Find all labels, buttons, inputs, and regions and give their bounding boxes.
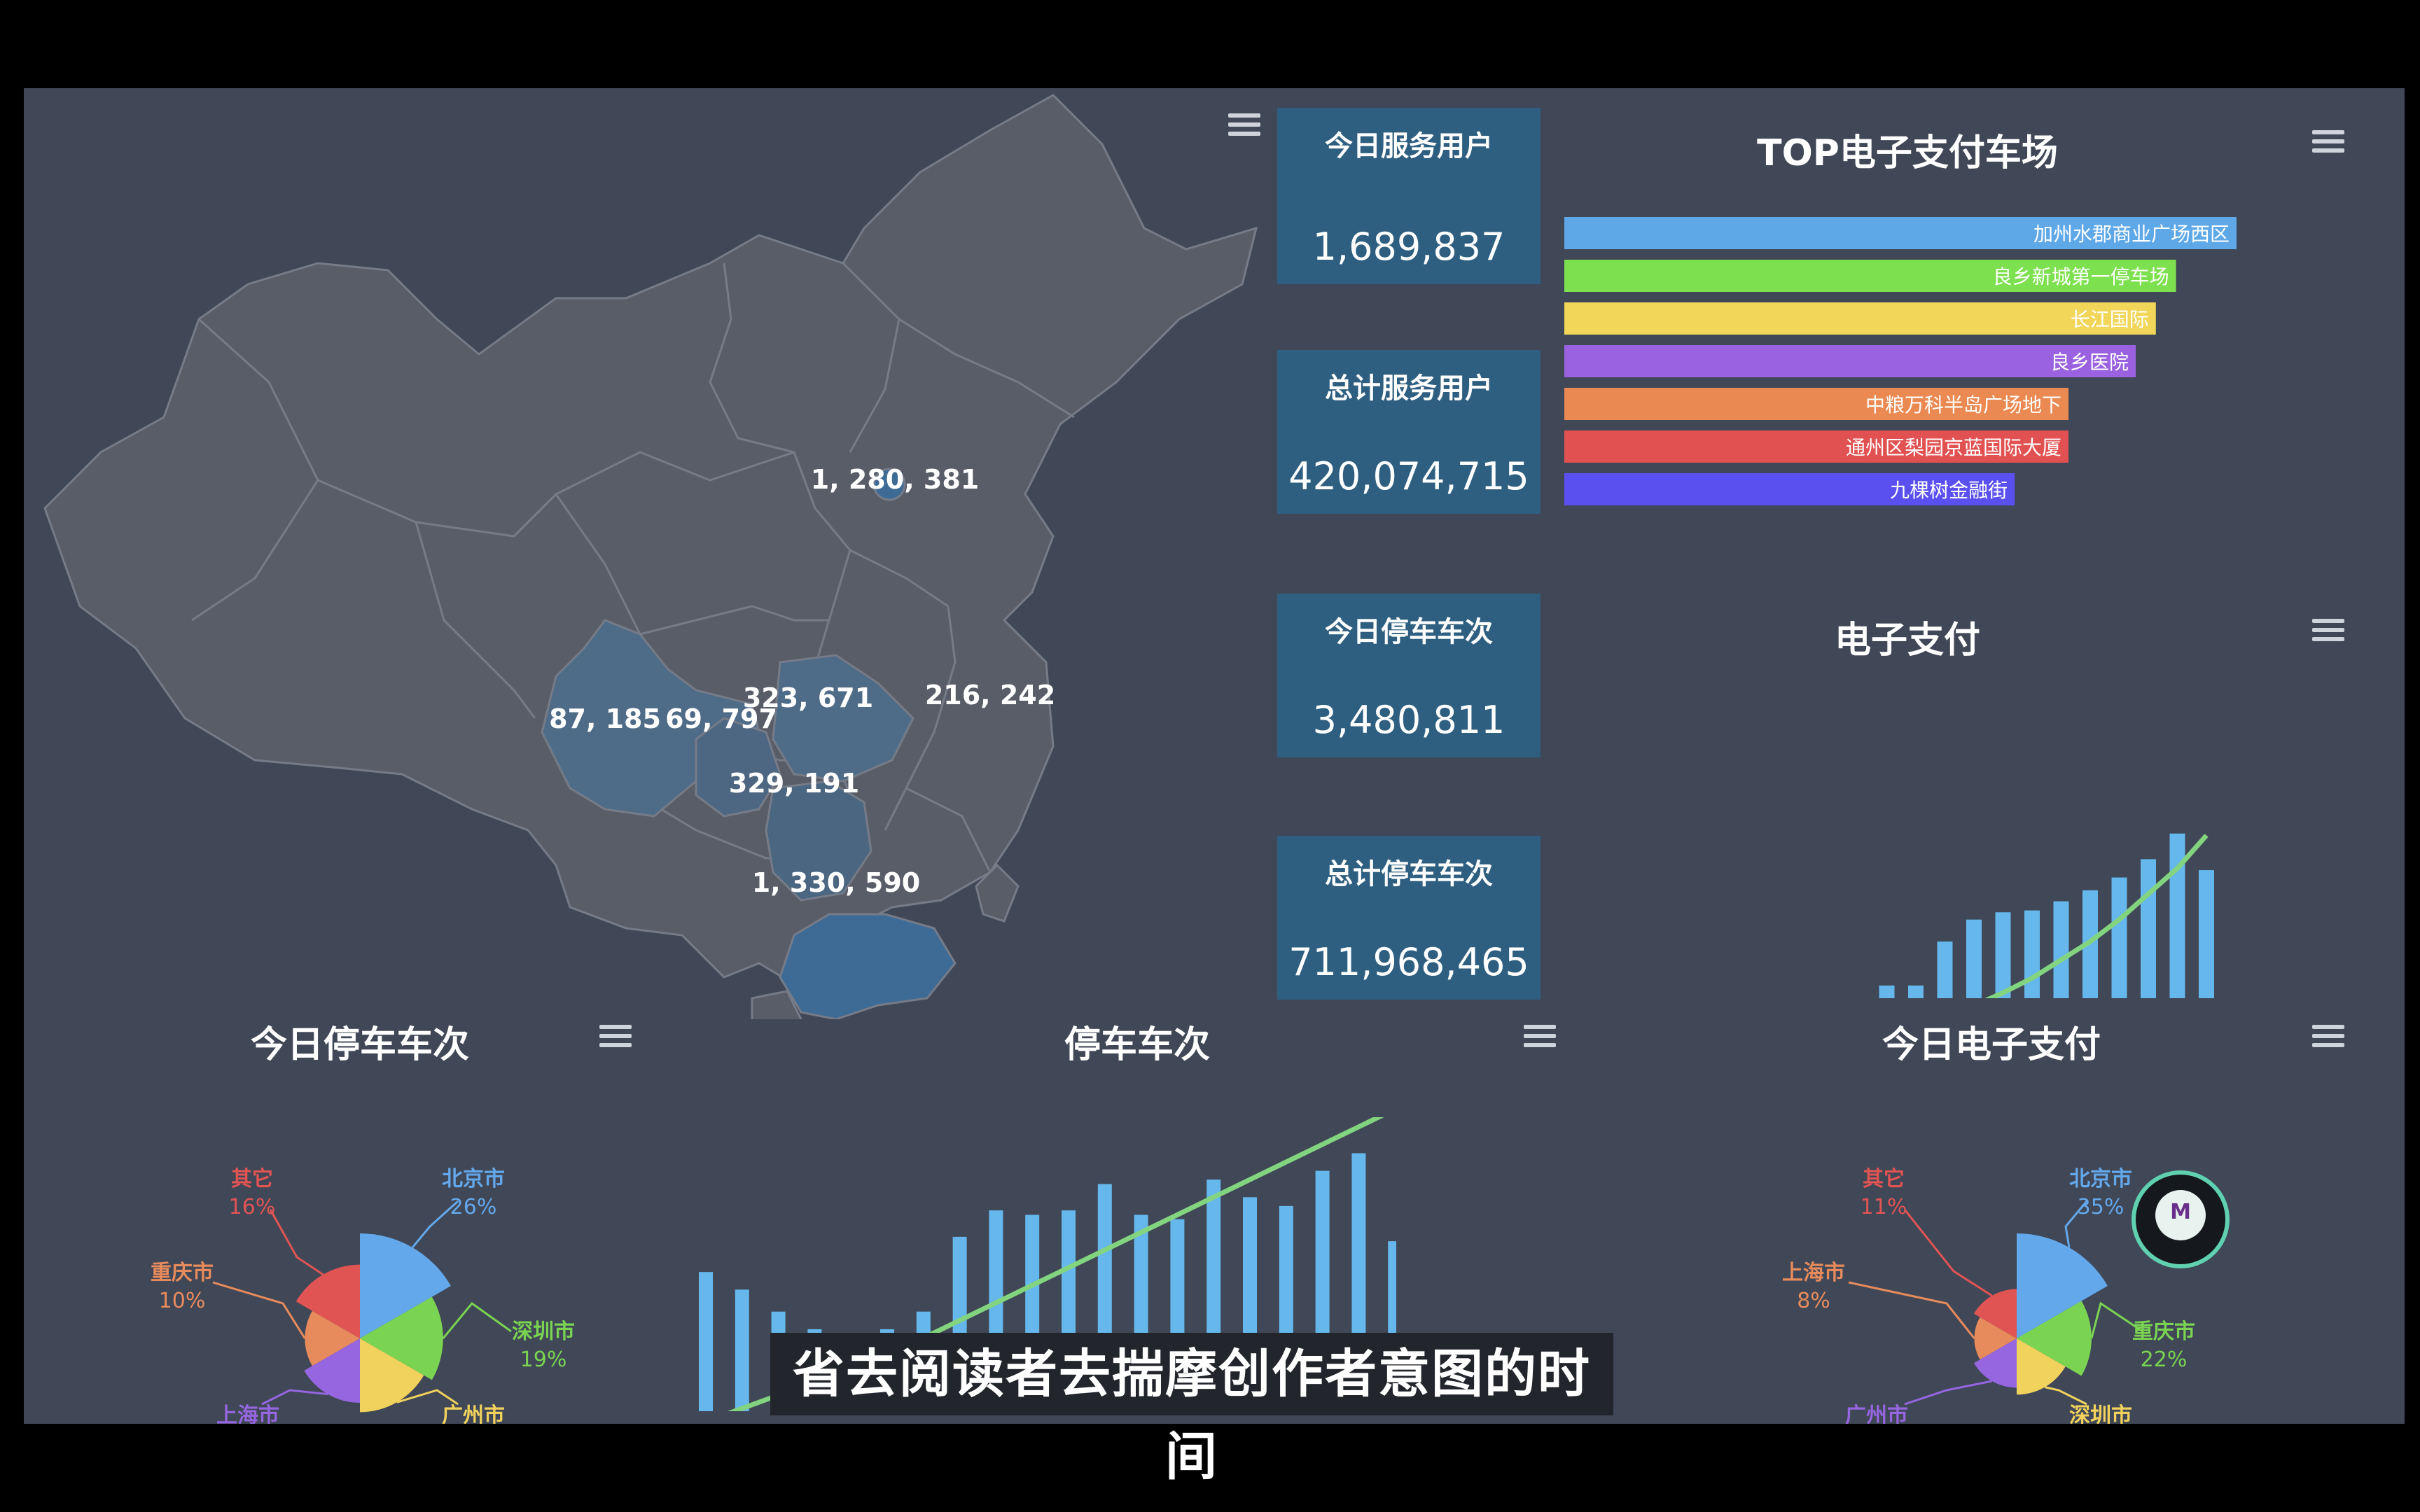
- pie-epay-title: 今日电子支付: [1882, 1024, 2101, 1066]
- top-chart-menu-icon[interactable]: [2312, 127, 2344, 155]
- slice-name: 上海市: [216, 1404, 279, 1424]
- top-parking-bar-chart: 加州水郡商业广场西区良乡新城第一停车场长江国际良乡医院中粮万科半岛广场地下通州区…: [1564, 217, 2237, 505]
- bar: [1966, 919, 1982, 998]
- top-bar: [1564, 302, 2156, 335]
- parking-chart-menu-icon[interactable]: [1524, 1022, 1556, 1050]
- label-line: [1904, 1380, 1993, 1406]
- map-value-label: 1, 280, 381: [811, 464, 979, 495]
- epay-chart-menu-icon[interactable]: [2312, 616, 2344, 644]
- slice-name: 其它: [231, 1167, 273, 1191]
- stat-total-parking: 总计停车车次 711,968,465: [1277, 836, 1541, 1000]
- stat-today-parking: 今日停车车次 3,480,811: [1277, 594, 1541, 757]
- top-chart-title: TOP电子支付车场: [1757, 132, 2058, 174]
- label-line: [1848, 1281, 1975, 1339]
- label-line: [269, 1209, 324, 1275]
- top-bar-label: 加州水郡商业广场西区: [2033, 223, 2230, 246]
- stat-value: 1,689,837: [1312, 225, 1505, 269]
- bar: [735, 1289, 749, 1411]
- map-landmass: [43, 94, 1258, 986]
- slice-pct: 22%: [2141, 1348, 2188, 1372]
- slice-name: 广州市: [442, 1404, 505, 1424]
- today-parking-rose-chart: 北京市26%深圳市19%广州市16%上海市13%重庆市10%其它16%: [151, 1167, 575, 1424]
- top-bar-label: 中粮万科半岛广场地下: [1865, 393, 2061, 416]
- china-map[interactable]: 1, 280, 38187, 185 69, 797323, 671 216, 24…: [24, 88, 1270, 1019]
- label-line: [442, 1301, 512, 1339]
- slice-name: 北京市: [442, 1167, 505, 1191]
- slice-name: 深圳市: [2069, 1404, 2132, 1424]
- map-value-label: 87, 185: [549, 704, 661, 734]
- pie-epay-menu-icon[interactable]: [2312, 1022, 2344, 1050]
- epay-chart-title: 电子支付: [1834, 620, 1980, 662]
- label-line: [261, 1389, 328, 1406]
- slice-pct: 16%: [229, 1195, 276, 1219]
- top-bar-label: 九棵树金融街: [1890, 479, 2008, 502]
- bar: [1995, 912, 2011, 998]
- slice-pct: 35%: [2078, 1195, 2125, 1219]
- map-value-label: 1, 330, 590: [752, 867, 920, 898]
- bar: [2111, 877, 2127, 998]
- slice-pct: 11%: [1861, 1195, 1907, 1219]
- stat-value: 420,074,715: [1288, 454, 1529, 498]
- pie-parking-menu-icon[interactable]: [599, 1022, 632, 1050]
- bar: [2024, 910, 2040, 998]
- map-value-label: 216, 242: [925, 680, 1055, 710]
- top-bar-label: 良乡医院: [2050, 351, 2129, 374]
- slice-name: 北京市: [2069, 1167, 2132, 1191]
- slice-pct: 26%: [450, 1195, 497, 1219]
- slice-pct: 8%: [1797, 1289, 1830, 1313]
- province-guangdong: [779, 913, 957, 1019]
- slice-name: 上海市: [1782, 1261, 1845, 1285]
- map-menu-icon[interactable]: [1228, 111, 1260, 139]
- bar: [1908, 985, 1924, 998]
- bar: [1879, 985, 1895, 998]
- stat-label: 今日服务用户: [1325, 130, 1493, 162]
- stat-label: 今日停车车次: [1325, 616, 1493, 648]
- bar: [2141, 859, 2156, 998]
- dashboard-screen: 1, 280, 381 87, 185 69, 797 323, 671 216, 24…: [24, 88, 2405, 1424]
- slice-pct: 19%: [520, 1348, 567, 1372]
- map-value-label: 323, 671: [743, 682, 873, 713]
- slice-name: 重庆市: [2132, 1320, 2195, 1344]
- bar: [2169, 833, 2185, 998]
- parking-chart-title: 停车车次: [1064, 1024, 1210, 1066]
- bar: [1937, 941, 1953, 998]
- channel-logo: M: [2132, 1170, 2230, 1268]
- slice-pct: 10%: [159, 1289, 206, 1313]
- epay-combo-chart: [1879, 833, 2214, 998]
- stat-label: 总计停车车次: [1325, 858, 1493, 890]
- slice-name: 深圳市: [512, 1320, 575, 1344]
- slice-name: 其它: [1863, 1167, 1905, 1191]
- logo-letter: M: [2170, 1200, 2191, 1224]
- slice-name: 重庆市: [151, 1261, 214, 1285]
- stat-value: 3,480,811: [1312, 698, 1505, 742]
- top-bar-label: 通州区梨园京蓝国际大厦: [1846, 436, 2061, 459]
- slice-name: 广州市: [1845, 1404, 1908, 1424]
- bar: [2053, 901, 2069, 998]
- stat-value: 711,968,465: [1288, 940, 1529, 984]
- bar: [699, 1272, 713, 1411]
- label-line: [2044, 1386, 2087, 1406]
- pie-parking-title: 今日停车车次: [250, 1024, 469, 1066]
- stat-today-users: 今日服务用户 1,689,837: [1277, 108, 1541, 284]
- label-line: [212, 1281, 306, 1339]
- top-bar-label: 良乡新城第一停车场: [1993, 265, 2169, 288]
- top-bar-label: 长江国际: [2071, 308, 2149, 331]
- map-value-label: 329, 191: [729, 768, 859, 799]
- stat-total-users: 总计服务用户 420,074,715: [1277, 350, 1541, 514]
- label-line: [1903, 1209, 1993, 1297]
- stat-label: 总计服务用户: [1325, 372, 1493, 405]
- video-subtitle: 省去阅读者去揣摩创作者意图的时间: [770, 1333, 1613, 1487]
- bar: [2199, 870, 2214, 998]
